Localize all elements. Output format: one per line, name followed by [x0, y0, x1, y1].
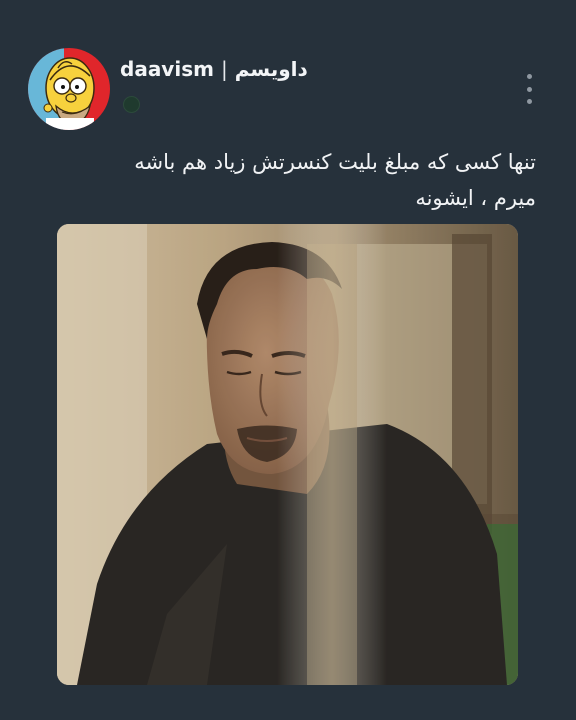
cartoon-character-avatar-icon — [28, 48, 110, 130]
status-indicator — [123, 96, 140, 113]
name-separator: | — [220, 57, 228, 81]
more-options-button[interactable] — [520, 74, 538, 104]
menu-dot — [526, 74, 532, 79]
post-author[interactable]: daavism | داویسم — [120, 54, 308, 84]
menu-dot — [526, 99, 532, 104]
avatar[interactable] — [28, 48, 110, 130]
menu-dot — [526, 86, 532, 92]
display-name[interactable]: داویسم — [235, 57, 308, 81]
username[interactable]: daavism — [120, 57, 214, 81]
post-caption: تنها کسی که مبلغ بلیت کنسرتش زیاد هم باش… — [56, 144, 536, 216]
caption-line: تنها کسی که مبلغ بلیت کنسرتش زیاد هم باش… — [134, 150, 536, 174]
post-photo[interactable] — [57, 224, 518, 685]
caption-line: میرم ، ایشونه — [415, 186, 536, 210]
post-screen: daavism | داویسم تنها کسی که مبلغ بلیت ک… — [0, 0, 576, 720]
man-in-dark-tshirt-photo — [57, 224, 518, 685]
